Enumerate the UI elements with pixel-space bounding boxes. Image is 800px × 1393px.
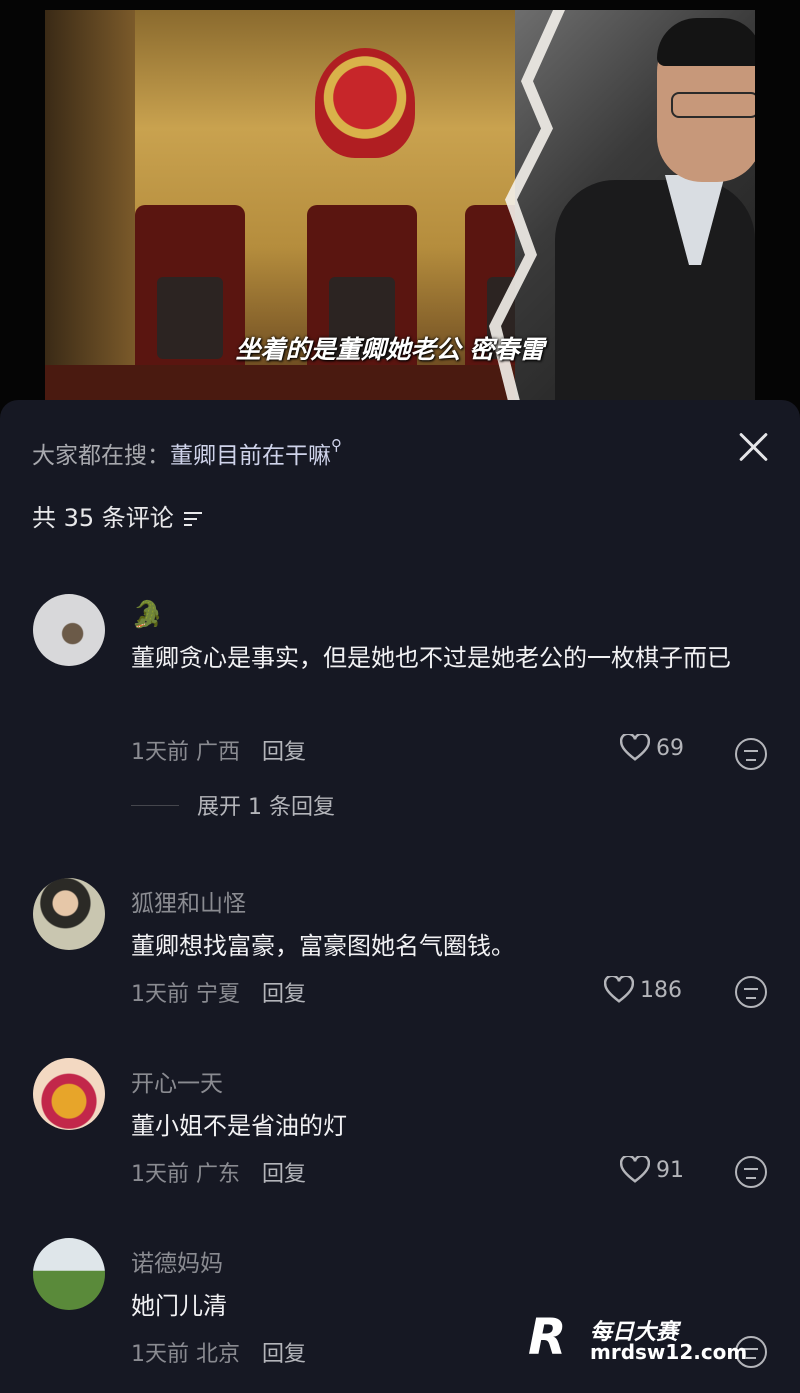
heart-icon [620, 1156, 650, 1183]
man-portrait [555, 180, 755, 405]
like-count: 91 [656, 1157, 684, 1183]
commenter-name[interactable]: 🐊 [131, 600, 163, 630]
comment-count: 共 35 条评论 [32, 498, 202, 533]
search-term[interactable]: 董卿目前在干嘛 [170, 443, 331, 469]
search-icon: ⚲ [331, 436, 342, 454]
heart-icon [620, 734, 650, 761]
comment-text: 董卿贪心是事实，但是她也不过是她老公的一枚棋子而已 [131, 644, 731, 672]
reply-button[interactable]: 回复 [262, 1342, 306, 1367]
reply-button[interactable]: 回复 [262, 982, 306, 1007]
comment-text: 董小姐不是省油的灯 [131, 1112, 347, 1140]
reply-button[interactable]: 回复 [262, 740, 306, 765]
comment-meta: 1天前 广东 回复 [131, 1162, 307, 1187]
comment-meta: 1天前 宁夏 回复 [131, 982, 307, 1007]
like-button[interactable]: 69 [620, 734, 684, 762]
comment-text: 董卿想找富豪，富豪图她名气圈钱。 [131, 932, 515, 960]
commenter-name[interactable]: 诺德妈妈 [131, 1244, 223, 1278]
dislike-icon[interactable] [735, 976, 767, 1008]
comment-meta: 1天前 北京 回复 [131, 1342, 307, 1367]
national-emblem [315, 48, 415, 158]
watermark-logo: R 每日大赛 mrdsw12.com [528, 1308, 748, 1366]
avatar[interactable] [33, 878, 105, 950]
dislike-icon[interactable] [735, 1156, 767, 1188]
like-count: 186 [640, 977, 682, 1003]
reply-button[interactable]: 回复 [262, 1162, 306, 1187]
heart-icon [604, 976, 634, 1003]
commenter-name[interactable]: 狐狸和山怪 [131, 884, 246, 918]
close-icon[interactable] [736, 430, 770, 464]
comment-sheet: 大家都在搜：董卿目前在干嘛⚲ 共 35 条评论 🐊 董卿贪心是事实，但是她也不过… [0, 400, 800, 1393]
like-button[interactable]: 186 [604, 976, 682, 1004]
expand-replies[interactable]: 展开 1 条回复 [131, 789, 335, 821]
commenter-name[interactable]: 开心一天 [131, 1064, 223, 1098]
video-player[interactable]: 坐着的是董卿她老公 密春雷 [0, 0, 800, 420]
avatar[interactable] [33, 594, 105, 666]
sort-icon[interactable] [183, 512, 202, 526]
like-count: 69 [656, 735, 684, 761]
video-subtitle: 坐着的是董卿她老公 密春雷 [235, 335, 545, 364]
like-button[interactable]: 91 [620, 1156, 684, 1184]
avatar[interactable] [33, 1058, 105, 1130]
search-suggestion[interactable]: 大家都在搜：董卿目前在干嘛⚲ [32, 436, 342, 470]
dislike-icon[interactable] [735, 738, 767, 770]
search-prefix: 大家都在搜： [32, 443, 170, 469]
comment-meta: 1天前 广西 回复 [131, 740, 307, 765]
avatar[interactable] [33, 1238, 105, 1310]
